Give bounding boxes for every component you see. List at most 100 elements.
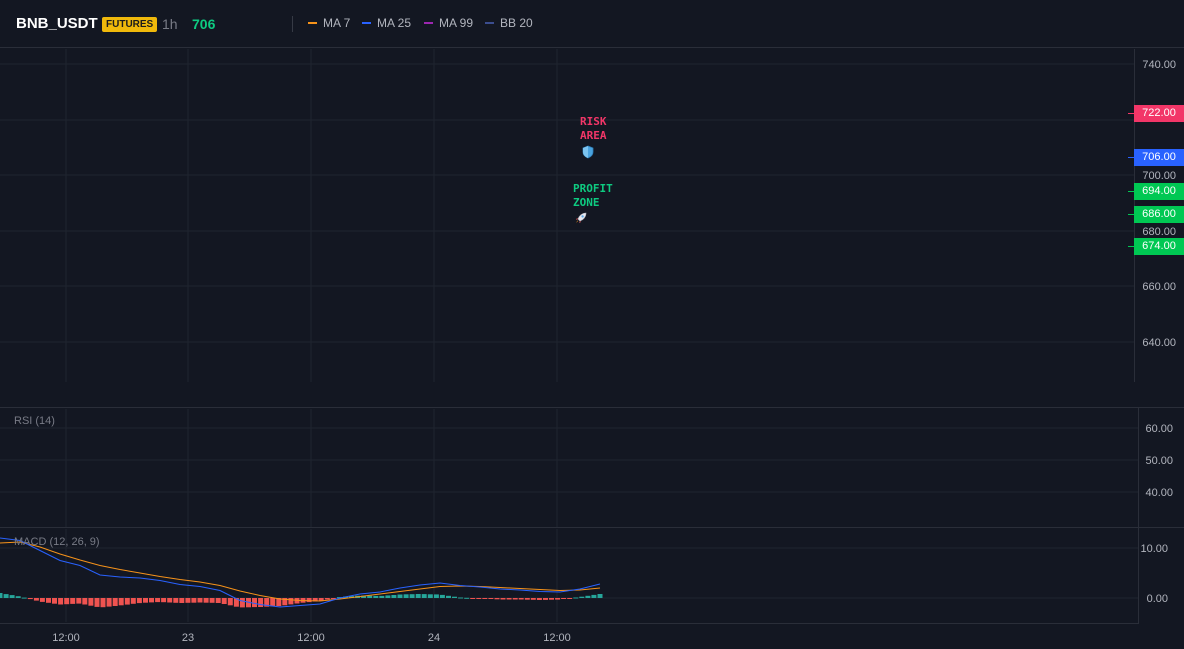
macd-tick: 0.00	[1147, 593, 1168, 605]
macd-histogram-bar	[482, 598, 488, 599]
macd-histogram-bar	[27, 598, 33, 600]
macd-histogram-bar	[421, 594, 427, 598]
macd-histogram-bar	[221, 598, 227, 604]
target-price-tag: 686.00	[1128, 206, 1184, 223]
macd-histogram-bar	[21, 597, 27, 599]
macd-histogram-bar	[106, 598, 112, 607]
price-tick: 660.00	[1142, 281, 1176, 293]
macd-histogram-bar	[46, 598, 51, 603]
macd-histogram-bar	[403, 594, 409, 598]
macd-histogram-bar	[203, 598, 209, 603]
chart-canvas[interactable]: 740.00 700.00 680.00 660.00 640.00 60.00…	[0, 0, 1184, 649]
macd-histogram-bar	[324, 598, 330, 600]
macd-histogram-bar	[306, 598, 312, 603]
macd-histogram-bar	[52, 598, 57, 604]
macd-histogram-bar	[58, 598, 64, 605]
macd-histogram-bar	[94, 598, 100, 607]
time-axis[interactable]: 12:00 23 12:00 24 12:00	[52, 632, 571, 644]
macd-histogram-bar	[179, 598, 185, 603]
macd-histogram-bar	[530, 598, 536, 600]
macd-histogram-bar	[136, 598, 142, 604]
risk-price-tag: 722.00	[1128, 105, 1184, 122]
macd-histogram-bar	[549, 598, 554, 600]
target-price-tag: 674.00	[1128, 238, 1184, 255]
macd-histogram-bar	[391, 595, 397, 598]
macd-histogram-bar	[415, 594, 421, 598]
macd-histogram-bar	[397, 594, 403, 598]
macd-histogram-bar	[155, 598, 161, 603]
macd-histogram-bar	[39, 598, 45, 602]
current-price-tag: 706.00	[1128, 149, 1184, 166]
time-tick: 12:00	[52, 632, 80, 644]
macd-histogram-bar	[488, 598, 494, 599]
macd-histogram-bar	[506, 598, 512, 600]
price-tick: 640.00	[1142, 337, 1176, 349]
macd-histogram-bar	[215, 598, 221, 603]
macd-histogram-bar	[88, 598, 94, 606]
target-price-tag: 694.00	[1128, 183, 1184, 200]
macd-histogram-bar	[591, 594, 597, 598]
macd-histogram-bar	[173, 598, 179, 603]
macd-histogram-bar	[470, 598, 476, 599]
macd-signal-line	[0, 541, 601, 602]
macd-histogram-bar	[239, 598, 245, 608]
macd-histogram-bar	[100, 598, 106, 608]
macd-histogram-bar	[567, 598, 573, 599]
macd-histogram-bar	[167, 598, 173, 603]
price-tick: 740.00	[1142, 59, 1176, 71]
macd-histogram-bar	[70, 598, 76, 604]
macd-tick: 10.00	[1140, 543, 1168, 555]
macd-histogram-bar	[0, 593, 3, 598]
macd-histogram-bar	[452, 596, 457, 598]
macd-histogram-bar	[197, 598, 203, 603]
macd-axis[interactable]: 10.00 0.00	[1140, 543, 1168, 605]
rsi-axis[interactable]: 60.00 50.00 40.00	[1145, 423, 1173, 499]
macd-histogram-bar	[149, 598, 154, 603]
rsi-title[interactable]: RSI (14)	[14, 415, 55, 427]
macd-histogram-bar	[82, 598, 88, 605]
macd-histogram-bar	[33, 598, 39, 601]
rsi-grid	[0, 409, 1138, 527]
macd-histogram-bar	[130, 598, 136, 604]
price-tick: 700.00	[1142, 170, 1176, 182]
macd-histogram-bar	[185, 598, 191, 603]
macd-histogram-bar	[288, 598, 294, 605]
time-tick: 24	[428, 632, 440, 644]
macd-histogram-bar	[524, 598, 530, 600]
macd-histogram-bar	[543, 598, 548, 600]
macd-histogram-bar	[561, 598, 567, 599]
macd-histogram-bar	[209, 598, 215, 603]
macd-histogram-bar	[500, 598, 506, 600]
time-tick: 12:00	[297, 632, 325, 644]
macd-histogram-bar	[579, 596, 585, 598]
rsi-tick: 40.00	[1145, 487, 1173, 499]
macd-histogram-bar	[143, 598, 148, 603]
macd-title[interactable]: MACD (12, 26, 9)	[14, 536, 100, 548]
profit-zone-label[interactable]: PROFIT ZONE	[573, 182, 613, 210]
rsi-tick: 60.00	[1145, 423, 1173, 435]
macd-histogram-bar	[585, 595, 591, 598]
macd-grid	[0, 529, 1138, 622]
time-tick: 23	[182, 632, 194, 644]
rsi-tick: 50.00	[1145, 455, 1173, 467]
macd-histogram-bar	[433, 594, 439, 598]
macd-histogram-bar	[439, 594, 445, 598]
macd-histogram-bar	[458, 597, 464, 599]
risk-area-label[interactable]: RISK AREA	[580, 115, 607, 143]
macd-histogram-bar	[518, 598, 524, 600]
price-axis[interactable]: 740.00 700.00 680.00 660.00 640.00	[1142, 59, 1176, 349]
macd-histogram-bar	[446, 595, 451, 598]
macd-histogram-bar	[573, 597, 579, 599]
macd-histogram-bar	[427, 594, 433, 598]
macd-histogram-bar	[124, 598, 130, 605]
macd-histogram-bar	[9, 595, 15, 598]
macd-histogram-bar	[112, 598, 118, 606]
macd-histogram-bar	[464, 597, 470, 599]
macd-histogram-bar	[494, 598, 500, 600]
macd-histogram-bar	[76, 598, 82, 604]
shield-icon	[582, 145, 594, 159]
macd-histogram-bar	[270, 598, 276, 607]
macd-histogram-bar	[385, 595, 391, 598]
macd-histogram-bar	[3, 594, 9, 598]
macd-histogram-bar	[64, 598, 70, 605]
